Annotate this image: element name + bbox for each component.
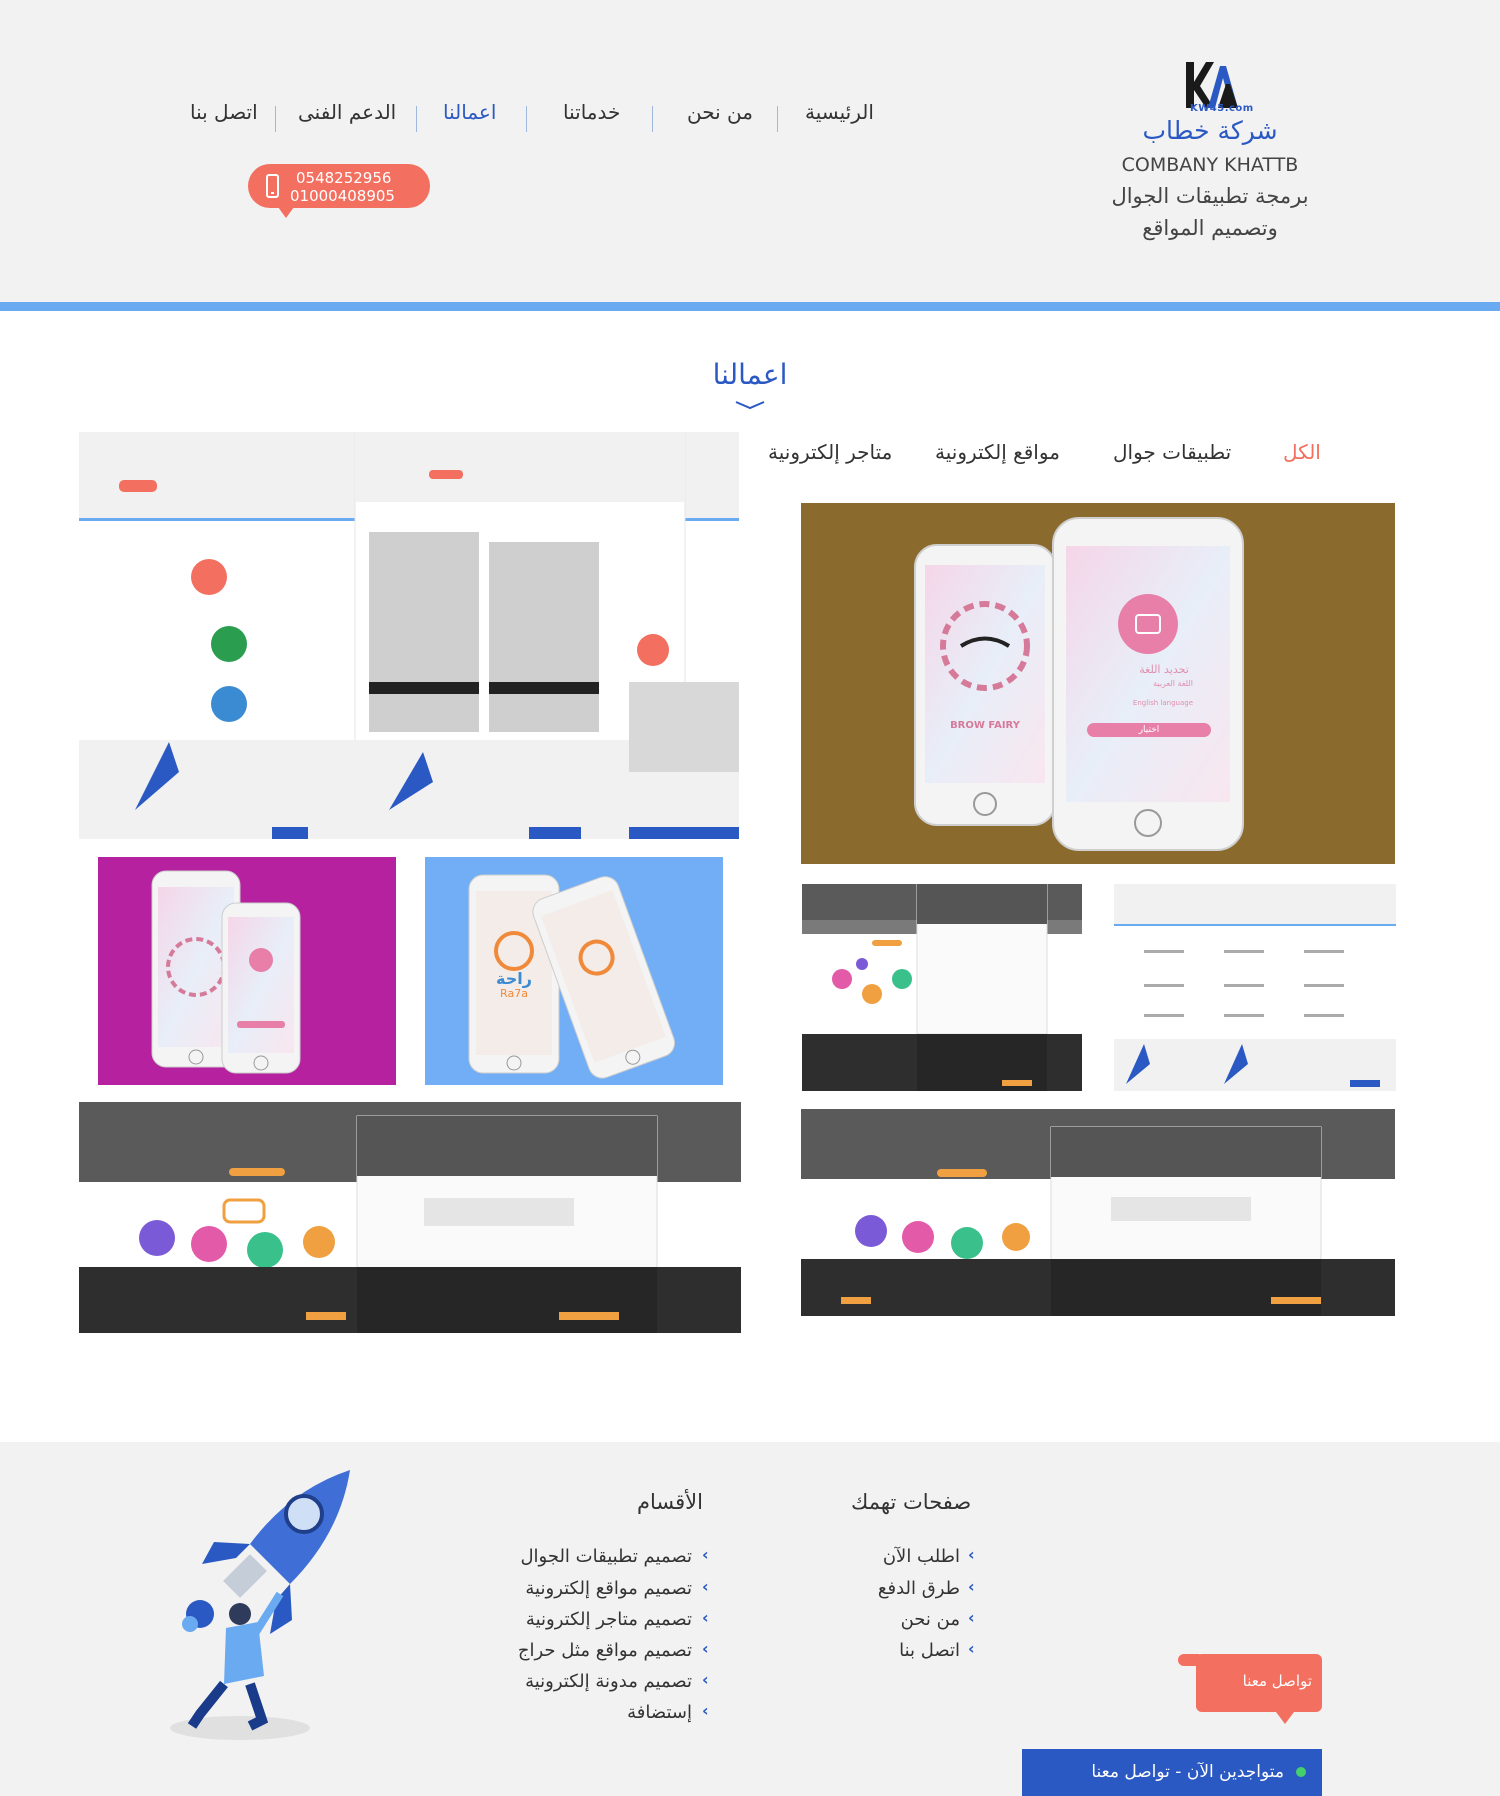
- chevron-left-icon: ‹: [968, 1608, 975, 1627]
- filter-websites[interactable]: مواقع إلكترونية: [935, 440, 1060, 464]
- rocket-illustration: [170, 1470, 350, 1740]
- app-option-arabic: اللغة العربية: [1153, 679, 1193, 688]
- footer-section-stores[interactable]: تصميم متاجر إلكترونية: [526, 1609, 692, 1630]
- footer-sections-title: الأقسام: [637, 1490, 703, 1514]
- phone-number-1[interactable]: 0548252956: [296, 169, 391, 187]
- phone-badge[interactable]: 0548252956 01000408905: [248, 164, 430, 218]
- footer-section-blog[interactable]: تصميم مدونة إلكترونية: [525, 1671, 692, 1692]
- online-chat-bar[interactable]: متواجدين الآن - تواصل معنا: [1022, 1749, 1322, 1796]
- nav-services[interactable]: خدماتنا: [563, 100, 620, 124]
- footer-link-order[interactable]: اطلب الآن: [883, 1546, 960, 1567]
- main-nav: الرئيسية من نحن خدماتنا اعمالنا الدعم ال…: [180, 100, 880, 140]
- footer-pages-title: صفحات تهمك: [851, 1490, 972, 1514]
- chevron-left-icon: ‹: [968, 1577, 975, 1596]
- nav-divider: [275, 106, 276, 132]
- app-choose-button: اختيار: [1138, 725, 1160, 735]
- app-mockup-image: [468, 874, 676, 1079]
- chevron-left-icon: ‹: [968, 1545, 975, 1564]
- company-name-ar: شركة خطاب: [1142, 116, 1278, 145]
- section-title: اعمالنا: [712, 358, 788, 391]
- footer-section-haraj[interactable]: تصميم مواقع مثل حراج: [518, 1640, 692, 1661]
- website-mockup-image: [79, 1102, 741, 1333]
- chevron-left-icon: ‹: [702, 1608, 709, 1627]
- nav-about[interactable]: من نحن: [687, 100, 753, 124]
- portfolio-item-brow-fairy[interactable]: تحديد اللغة اللغة العربية English langua…: [801, 503, 1395, 864]
- nav-support[interactable]: الدعم الفنى: [298, 100, 396, 124]
- portfolio-item-goodl-site-wide[interactable]: [79, 1102, 741, 1333]
- company-name-en: COMBANY KHATTB: [1121, 154, 1299, 176]
- mobile-phone-icon: [266, 174, 279, 198]
- footer-link-about[interactable]: من نحن: [901, 1609, 960, 1630]
- filter-mobile-apps[interactable]: تطبيقات جوال: [1113, 440, 1231, 464]
- portfolio-item-raha-app[interactable]: راحة Ra7a: [425, 857, 723, 1085]
- app-brand-name-en: Ra7a: [500, 987, 528, 1000]
- website-mockup-image: [1114, 884, 1396, 1091]
- filter-stores[interactable]: متاجر إلكترونية: [768, 440, 892, 464]
- chevron-left-icon: ‹: [702, 1545, 709, 1564]
- online-chat-label: متواجدين الآن - تواصل معنا: [1091, 1762, 1284, 1782]
- app-screen-title: تحديد اللغة: [1139, 663, 1189, 676]
- chevron-left-icon: ‹: [702, 1639, 709, 1658]
- app-brand-name: BROW FAIRY: [950, 720, 1020, 731]
- contact-us-label: تواصل معنا: [1242, 1672, 1312, 1690]
- footer-section-hosting[interactable]: إستضافة: [627, 1702, 692, 1723]
- footer-link-payment[interactable]: طرق الدفع: [878, 1578, 960, 1599]
- chevron-left-icon: ‹: [702, 1701, 709, 1720]
- site-footer: صفحات تهمك اطلب الآن ‹ طرق الدفع ‹ من نح…: [0, 1442, 1500, 1796]
- portfolio-item-brow-fairy-alt[interactable]: [98, 857, 396, 1085]
- chevron-left-icon: ‹: [702, 1577, 709, 1596]
- website-mockup-image: [801, 1109, 1395, 1316]
- nav-works[interactable]: اعمالنا: [443, 100, 496, 124]
- header-accent-bar: [0, 302, 1500, 311]
- company-tagline: برمجة تطبيقات الجوال: [1111, 184, 1309, 208]
- phone-number-2[interactable]: 01000408905: [290, 187, 395, 205]
- logo-text: KW45.com: [1190, 103, 1254, 114]
- chevron-left-icon: ‹: [702, 1670, 709, 1689]
- nav-divider: [526, 106, 527, 132]
- app-brand-name: راحة: [496, 969, 532, 988]
- chevron-down-icon: [735, 401, 765, 410]
- app-mockup-image: [151, 870, 301, 1074]
- site-header: KW45.com شركة خطاب COMBANY KHATTB برمجة …: [0, 0, 1500, 302]
- nav-contact[interactable]: اتصل بنا: [190, 100, 258, 124]
- portfolio-item-services-site[interactable]: [1114, 884, 1396, 1091]
- footer-section-websites[interactable]: تصميم مواقع إلكترونية: [525, 1578, 692, 1599]
- nav-home[interactable]: الرئيسية: [805, 100, 874, 124]
- nav-divider: [652, 106, 653, 132]
- company-tagline-2: وتصميم المواقع: [1142, 216, 1278, 240]
- portfolio-item-website-services[interactable]: [79, 432, 739, 839]
- app-option-english: English language: [1132, 699, 1193, 707]
- filter-all[interactable]: الكل: [1283, 440, 1321, 464]
- portfolio-item-goodl-site-wide-2[interactable]: [801, 1109, 1395, 1316]
- website-mockup-image: [79, 432, 739, 839]
- website-mockup-image: [802, 884, 1082, 1091]
- chevron-left-icon: ‹: [968, 1639, 975, 1658]
- portfolio-item-goodl-site[interactable]: [802, 884, 1082, 1091]
- nav-divider: [777, 106, 778, 132]
- footer-link-contact[interactable]: اتصل بنا: [899, 1640, 960, 1661]
- footer-section-mobile[interactable]: تصميم تطبيقات الجوال: [520, 1546, 692, 1567]
- nav-divider: [416, 106, 417, 132]
- online-status-dot: [1296, 1767, 1306, 1777]
- contact-us-button[interactable]: تواصل معنا: [1196, 1654, 1322, 1724]
- app-mockup-image: [914, 517, 1244, 851]
